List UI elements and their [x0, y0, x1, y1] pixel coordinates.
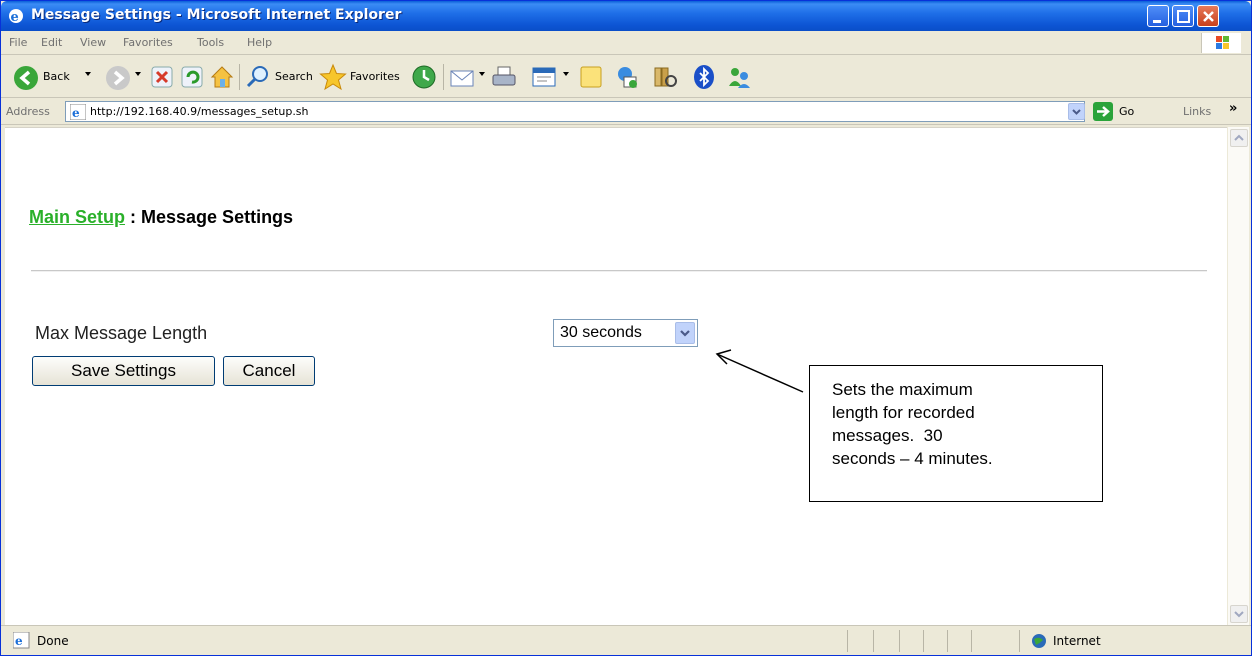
- refresh-icon[interactable]: [181, 66, 203, 91]
- messenger-contacts-icon[interactable]: [613, 64, 639, 93]
- cancel-button[interactable]: Cancel: [223, 356, 315, 386]
- links-chevron-icon[interactable]: »: [1229, 101, 1237, 116]
- note-icon[interactable]: [579, 65, 603, 92]
- links-label[interactable]: Links: [1183, 105, 1211, 118]
- toolbar: Back Search Favorites: [1, 56, 1251, 98]
- favorites-label[interactable]: Favorites: [350, 70, 400, 83]
- favorites-star-icon[interactable]: [319, 63, 347, 94]
- breadcrumb: Main Setup : Message Settings: [29, 207, 293, 228]
- bluetooth-icon[interactable]: [691, 64, 717, 93]
- search-icon[interactable]: [245, 64, 271, 93]
- svg-text:e: e: [15, 634, 23, 648]
- select-value: 30 seconds: [560, 324, 642, 341]
- minimize-button[interactable]: [1147, 5, 1169, 27]
- close-button[interactable]: [1197, 5, 1219, 27]
- status-divider: [947, 630, 948, 652]
- callout-note: Sets the maximum length for recorded mes…: [809, 365, 1103, 502]
- scroll-down-button[interactable]: [1230, 605, 1248, 623]
- status-divider: [873, 630, 874, 652]
- go-arrow-icon[interactable]: [1093, 102, 1113, 121]
- globe-icon: [1031, 633, 1047, 652]
- security-zone-text: Internet: [1053, 634, 1101, 648]
- print-icon[interactable]: [491, 64, 517, 93]
- toolbar-separator: [443, 64, 444, 90]
- status-divider: [847, 630, 848, 652]
- address-url[interactable]: http://192.168.40.9/messages_setup.sh: [90, 105, 309, 118]
- address-dropdown-button[interactable]: [1068, 103, 1085, 120]
- stop-icon[interactable]: [151, 66, 173, 91]
- breadcrumb-separator: :: [125, 207, 142, 227]
- window-title: Message Settings - Microsoft Internet Ex…: [31, 7, 402, 23]
- ie-icon: e: [7, 7, 25, 25]
- status-divider: [971, 630, 972, 652]
- chevron-down-icon[interactable]: [675, 322, 695, 344]
- status-divider: [899, 630, 900, 652]
- menu-edit[interactable]: Edit: [41, 36, 62, 49]
- menu-help[interactable]: Help: [247, 36, 272, 49]
- max-message-length-select[interactable]: 30 seconds: [553, 319, 698, 347]
- scroll-up-button[interactable]: [1230, 129, 1248, 147]
- maximize-button[interactable]: [1172, 5, 1194, 27]
- address-bar: Address e http://192.168.40.9/messages_s…: [1, 99, 1251, 125]
- menu-bar: File Edit View Favorites Tools Help: [1, 31, 1251, 55]
- status-divider: [923, 630, 924, 652]
- menu-favorites[interactable]: Favorites: [123, 36, 173, 49]
- address-label: Address: [6, 105, 50, 118]
- status-bar: e Done Internet: [1, 625, 1251, 655]
- history-icon[interactable]: [411, 64, 437, 93]
- toolbar-separator: [239, 64, 240, 90]
- svg-text:e: e: [11, 10, 19, 25]
- menu-view[interactable]: View: [80, 36, 106, 49]
- main-setup-link[interactable]: Main Setup: [29, 207, 125, 227]
- back-label[interactable]: Back: [43, 70, 70, 83]
- research-books-icon[interactable]: [651, 64, 677, 93]
- search-label[interactable]: Search: [275, 70, 313, 83]
- mail-dropdown-icon[interactable]: [479, 72, 485, 76]
- vertical-scrollbar[interactable]: [1227, 127, 1249, 625]
- divider: [31, 270, 1207, 272]
- mail-icon[interactable]: [449, 65, 475, 92]
- svg-text:e: e: [72, 106, 80, 120]
- title-bar[interactable]: e Message Settings - Microsoft Internet …: [1, 1, 1251, 31]
- messenger-people-icon[interactable]: [725, 64, 753, 93]
- go-button[interactable]: Go: [1119, 105, 1134, 118]
- status-text: Done: [37, 634, 69, 648]
- ie-page-icon: e: [12, 631, 31, 653]
- edit-icon[interactable]: [531, 65, 557, 92]
- status-divider: [1019, 630, 1020, 652]
- address-input[interactable]: e http://192.168.40.9/messages_setup.sh: [65, 101, 1085, 122]
- max-message-length-label: Max Message Length: [35, 323, 208, 343]
- callout-arrow: [715, 349, 804, 393]
- menu-tools[interactable]: Tools: [197, 36, 224, 49]
- windows-logo-icon: [1201, 33, 1241, 53]
- forward-icon[interactable]: [105, 65, 131, 94]
- page-icon: e: [69, 103, 87, 123]
- back-icon[interactable]: [13, 65, 39, 94]
- browser-window: e Message Settings - Microsoft Internet …: [0, 0, 1252, 656]
- home-icon[interactable]: [209, 64, 235, 93]
- edit-dropdown-icon[interactable]: [563, 72, 569, 76]
- page-title: Message Settings: [141, 207, 294, 227]
- save-settings-button[interactable]: Save Settings: [32, 356, 215, 386]
- forward-dropdown-icon[interactable]: [135, 72, 141, 76]
- menu-file[interactable]: File: [9, 36, 27, 49]
- back-dropdown-icon[interactable]: [85, 72, 91, 76]
